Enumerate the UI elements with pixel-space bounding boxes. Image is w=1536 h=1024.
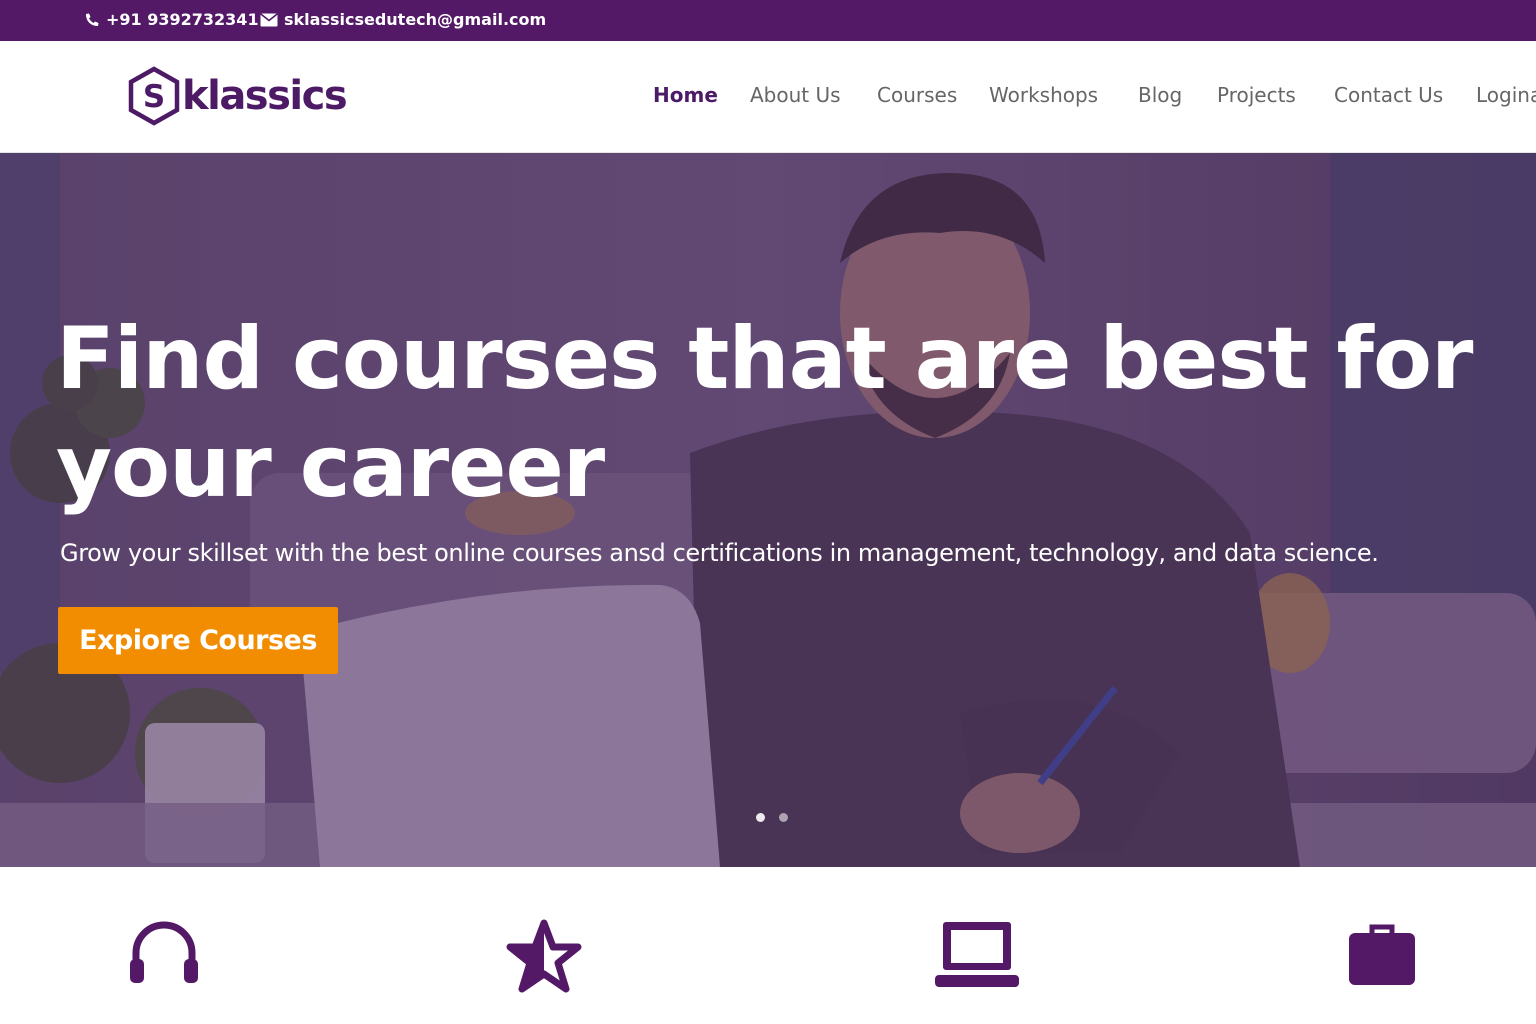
nav-about-us[interactable]: About Us [750, 83, 841, 107]
slider-dot-2[interactable] [779, 813, 788, 822]
headphones-icon [128, 921, 200, 991]
email-contact[interactable]: sklassicsedutech@gmail.com [260, 10, 546, 29]
site-header: S klassics Home About Us Courses Worksho… [0, 41, 1536, 153]
envelope-icon [260, 12, 278, 27]
nav-courses[interactable]: Courses [877, 83, 957, 107]
nav-contact-us[interactable]: Contact Us [1334, 83, 1443, 107]
hero-title-line-1: Find courses that are best for [56, 309, 1473, 409]
features-row [0, 867, 1536, 1024]
nav-blog[interactable]: Blog [1138, 83, 1182, 107]
slider-pagination [756, 813, 788, 822]
nav-projects[interactable]: Projects [1217, 83, 1296, 107]
hero-title-line-2: your career [56, 417, 605, 517]
nav-login[interactable]: Logina [1476, 83, 1536, 107]
star-icon [506, 919, 582, 997]
top-contact-bar: +91 9392732341 sklassicsedutech@gmail.co… [0, 0, 1536, 41]
nav-workshops[interactable]: Workshops [989, 83, 1098, 107]
email-address[interactable]: sklassicsedutech@gmail.com [284, 10, 546, 29]
phone-number[interactable]: +91 9392732341 [106, 10, 259, 29]
briefcase-icon [1348, 923, 1416, 991]
main-navigation: Home About Us Courses Workshops Blog Pro… [0, 41, 1536, 153]
hero-title: Find courses that are best for your care… [56, 305, 1476, 521]
hero-subtitle: Grow your skillset with the best online … [60, 539, 1379, 567]
nav-home[interactable]: Home [653, 83, 718, 107]
laptop-icon [933, 919, 1021, 993]
explore-courses-button[interactable]: Expiore Courses [58, 607, 338, 674]
slider-dot-1[interactable] [756, 813, 765, 822]
phone-icon [84, 12, 100, 28]
phone-contact[interactable]: +91 9392732341 [84, 10, 259, 29]
hero-slider: Find courses that are best for your care… [0, 153, 1536, 867]
